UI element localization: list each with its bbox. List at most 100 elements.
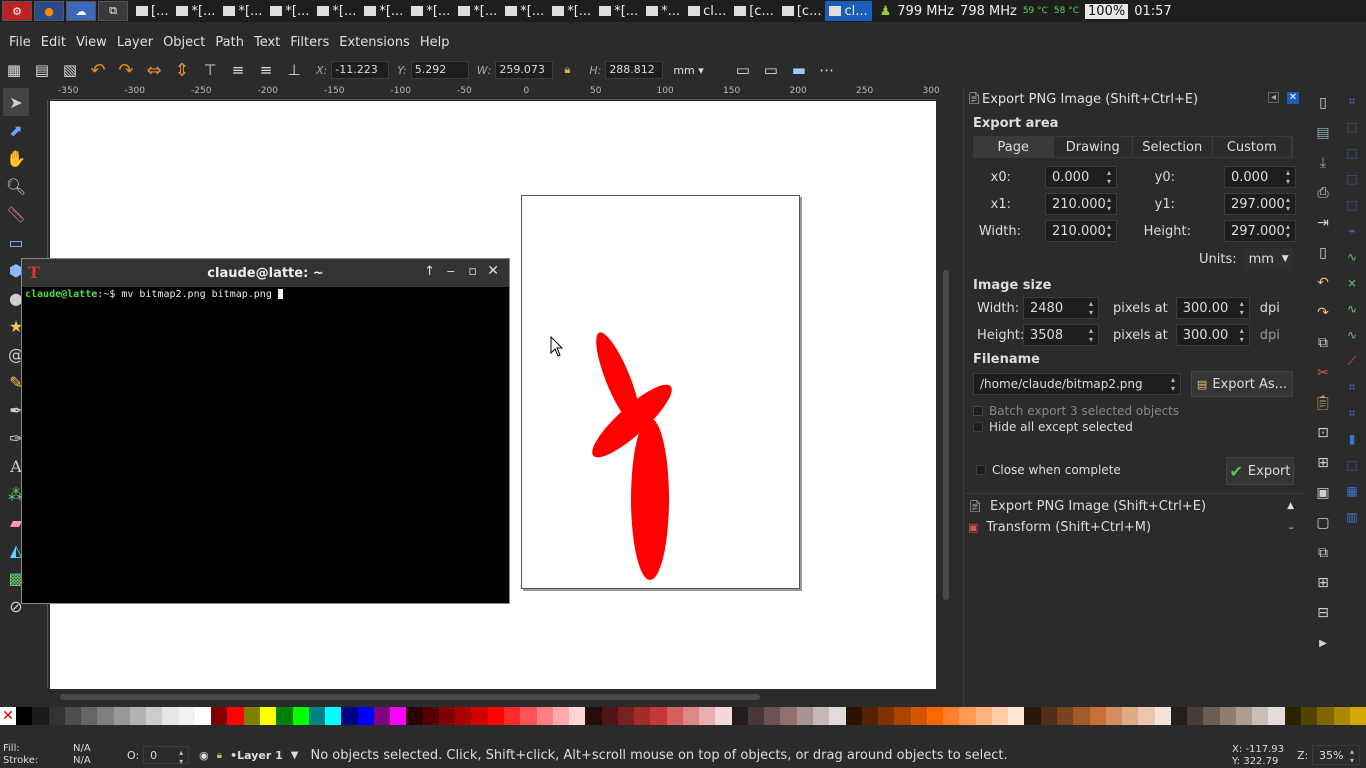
color-swatch[interactable] — [243, 707, 260, 725]
color-swatch[interactable] — [292, 707, 309, 725]
scale-stroke-icon[interactable]: ▭ — [732, 59, 754, 81]
close-when-complete-check[interactable] — [976, 465, 986, 475]
taskbar-window-11[interactable]: *... — [642, 1, 684, 21]
close-when-complete-checkbox[interactable]: Close when complete — [976, 463, 1121, 477]
snap-text-baseline-icon[interactable]: ▮ — [1342, 426, 1362, 452]
node-tool-icon[interactable]: ⬈ — [3, 116, 29, 144]
snap-nodes-icon[interactable]: ⌁ — [1342, 218, 1362, 244]
select-all-icon[interactable]: ▦ — [3, 59, 25, 81]
launcher-icon[interactable]: ⚙ — [2, 1, 32, 21]
color-swatch[interactable] — [617, 707, 635, 725]
color-swatch[interactable] — [731, 707, 748, 725]
flip-vertical-icon[interactable]: ⇕ — [171, 59, 193, 81]
snap-bbox-icon[interactable]: ⬚ — [1342, 114, 1362, 140]
snap-paths-icon[interactable]: ∿ — [1342, 244, 1362, 270]
layer-visibility-icon[interactable]: ◉ — [199, 749, 209, 762]
color-swatch[interactable] — [455, 707, 472, 725]
menu-extensions[interactable]: Extensions — [334, 35, 415, 50]
color-swatch[interactable] — [308, 707, 326, 725]
docked-transform-item[interactable]: ▣ Transform (Shift+Ctrl+M) – — [968, 518, 1298, 536]
snap-bbox-midpoint-icon[interactable]: ⬚ — [1342, 192, 1362, 218]
color-swatch[interactable] — [129, 707, 147, 725]
color-swatch[interactable] — [699, 707, 716, 725]
rotate-cw-icon[interactable]: ↷ — [115, 59, 137, 81]
menu-object[interactable]: Object — [158, 35, 210, 50]
color-swatch[interactable] — [894, 707, 911, 725]
color-swatch[interactable] — [276, 707, 293, 725]
color-swatch[interactable] — [975, 707, 992, 725]
color-swatch[interactable] — [471, 707, 488, 725]
layer-lock-icon[interactable]: 🔒︎ — [217, 750, 222, 761]
hide-all-check[interactable] — [973, 422, 983, 432]
snap-smooth-icon[interactable]: ∿ — [1342, 322, 1362, 348]
y-input[interactable]: 5.292 — [410, 61, 469, 79]
color-swatch[interactable] — [666, 707, 683, 725]
color-swatch[interactable] — [146, 707, 163, 725]
snap-bbox-edge-icon[interactable]: ⬚ — [1342, 140, 1362, 166]
selector-tool-icon[interactable]: ➤ — [3, 88, 29, 116]
firefox-icon[interactable]: ● — [34, 1, 64, 21]
zoom-selection-icon[interactable]: ⊡ — [1311, 418, 1335, 448]
color-swatch[interactable] — [357, 707, 374, 725]
save-icon[interactable]: ⤓ — [1311, 148, 1335, 178]
color-swatch[interactable] — [1235, 707, 1253, 725]
chat-icon[interactable]: ☁ — [66, 1, 96, 21]
color-swatch[interactable] — [926, 707, 944, 725]
flip-horizontal-icon[interactable]: ⇔ — [143, 59, 165, 81]
color-swatch[interactable] — [32, 707, 49, 725]
color-swatch[interactable] — [390, 707, 407, 725]
color-swatch[interactable] — [845, 707, 862, 725]
color-swatch[interactable] — [194, 707, 212, 725]
color-swatch[interactable] — [1089, 707, 1106, 725]
color-swatch[interactable] — [569, 707, 586, 725]
y1-input[interactable]: 297.000 — [1224, 193, 1296, 215]
color-swatch[interactable] — [259, 707, 277, 725]
taskbar-window-0[interactable]: [... — [132, 1, 172, 21]
menu-filters[interactable]: Filters — [285, 35, 334, 50]
color-swatch[interactable] — [520, 707, 537, 725]
batch-export-check[interactable] — [973, 406, 983, 416]
taskbar-window-14[interactable]: [c... — [778, 1, 826, 21]
color-swatch[interactable] — [861, 707, 879, 725]
minimize-icon[interactable]: ‒ — [447, 264, 455, 279]
x0-input[interactable]: 0.000 — [1045, 166, 1117, 188]
color-swatch[interactable] — [1333, 707, 1350, 725]
vertical-scroll-thumb[interactable] — [943, 270, 949, 600]
taskbar-window-4[interactable]: *[... — [313, 1, 360, 21]
color-swatch[interactable] — [1040, 707, 1057, 725]
import-icon[interactable]: ⇥ — [1311, 208, 1335, 238]
h-input[interactable]: 288.812 — [605, 61, 664, 79]
move-gradients-icon[interactable]: ▬ — [788, 59, 810, 81]
color-swatch[interactable] — [780, 707, 797, 725]
color-swatch[interactable] — [162, 707, 179, 725]
fill-value[interactable]: N/A — [73, 743, 123, 755]
scale-corners-icon[interactable]: ▭ — [760, 59, 782, 81]
color-swatch[interactable] — [1122, 707, 1139, 725]
image-height-input[interactable]: 3508 — [1023, 324, 1099, 346]
area-width-input[interactable]: 210.000 — [1045, 220, 1117, 242]
menu-text[interactable]: Text — [249, 35, 285, 50]
measure-tool-icon[interactable]: 📏︎ — [3, 200, 29, 228]
more-commands-icon[interactable]: ▶ — [1311, 628, 1335, 658]
no-paint-swatch[interactable]: ✕ — [0, 707, 16, 725]
snap-grid-icon[interactable]: ▦ — [1342, 478, 1362, 504]
snap-toggle-icon[interactable]: ⌗ — [1342, 88, 1362, 114]
ungroup-icon[interactable]: ⊟ — [1311, 598, 1335, 628]
lower-icon[interactable]: ≡ — [255, 59, 277, 81]
current-layer[interactable]: •Layer 1 — [230, 749, 283, 762]
area-height-input[interactable]: 297.000 — [1224, 220, 1296, 242]
menu-help[interactable]: Help — [415, 35, 455, 50]
deselect-icon[interactable]: ▧ — [59, 59, 81, 81]
color-swatch[interactable] — [1105, 707, 1123, 725]
color-swatch[interactable] — [1317, 707, 1334, 725]
unit-select[interactable]: mm ▾ — [669, 63, 708, 77]
rotate-ccw-icon[interactable]: ↶ — [87, 59, 109, 81]
taskbar-window-9[interactable]: *[... — [548, 1, 595, 21]
color-swatch[interactable] — [1300, 707, 1318, 725]
color-swatch[interactable] — [438, 707, 456, 725]
x-input[interactable]: -11.223 — [331, 61, 390, 79]
x1-input[interactable]: 210.000 — [1045, 193, 1117, 215]
dialog-close-icon[interactable]: ✕ — [1287, 92, 1299, 104]
tab-drawing[interactable]: Drawing — [1054, 137, 1133, 157]
fill-stroke-values[interactable]: N/A N/A — [73, 743, 123, 767]
